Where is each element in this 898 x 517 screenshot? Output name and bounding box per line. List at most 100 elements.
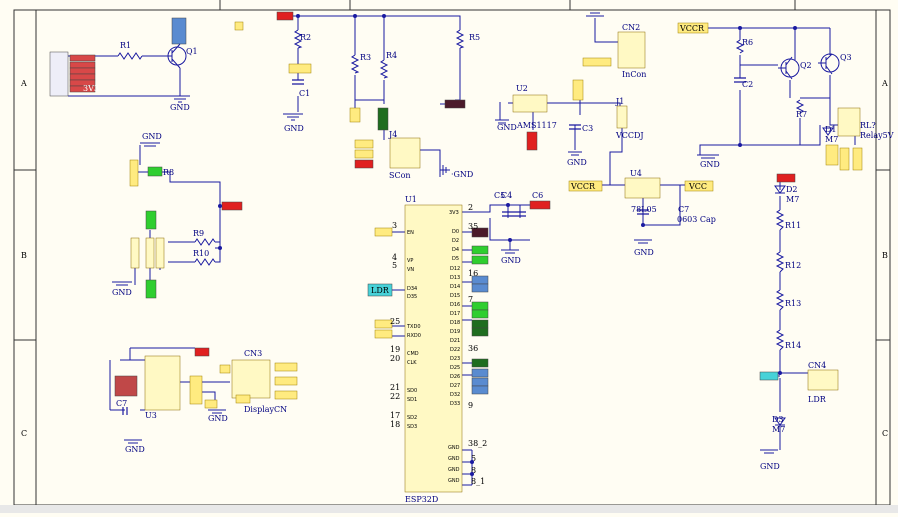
gnd-q1: GND	[170, 103, 190, 112]
value-u4: 78L05	[631, 205, 657, 214]
u1-pin-d23: D23	[450, 356, 460, 362]
u1-pin-d34: D34	[407, 286, 417, 292]
gnd-relay: GND	[700, 160, 720, 169]
label-r2: R2	[300, 33, 311, 42]
gnd-r8: GND	[142, 132, 162, 141]
u1-pin-d12: D12	[450, 266, 460, 272]
label-c7-left: C7	[116, 399, 127, 408]
u1-pin-rxd0: RXD0	[407, 333, 421, 339]
u1-pin-d16: D16	[450, 302, 460, 308]
label-r3: R3	[360, 53, 371, 62]
u1-pin-sd2: SD2	[407, 415, 417, 421]
value-d1: M7	[825, 135, 838, 144]
label-r14: R14	[785, 341, 801, 350]
label-u4: U4	[630, 169, 642, 178]
u1-pin-d25: D25	[450, 365, 460, 371]
label-r10: R10	[193, 249, 209, 258]
row-label-c: C	[21, 429, 27, 438]
u1-pin-txd0-num: 25	[390, 317, 400, 326]
u1-pin-3v3-num: 2	[468, 203, 473, 212]
label-c4: C4	[501, 191, 512, 200]
label-cn2: CN2	[622, 23, 640, 32]
connector-left	[49, 51, 69, 97]
u1-pin-d17: D17	[450, 311, 460, 317]
u1-pin-d33-num: 9	[468, 401, 473, 410]
value-rl: Relay5V	[860, 131, 894, 140]
label-cn4: CN4	[808, 361, 826, 370]
label-r12: R12	[785, 261, 801, 270]
label-r11: R11	[785, 221, 801, 230]
u1-pin-sd1-num: 22	[390, 392, 400, 401]
label-d3: D3	[772, 415, 784, 424]
u1-pin-d14-num: 16	[468, 269, 478, 278]
window-bottom-strip	[0, 505, 898, 513]
value-cn3: DisplayCN	[244, 405, 287, 414]
label-c2: C2	[742, 80, 753, 89]
u1-pin-sd1: SD1	[407, 397, 417, 403]
label-j1: J1	[615, 97, 624, 106]
row-label-b: B	[21, 251, 27, 260]
u1-pin-gnd3: GND	[448, 467, 460, 473]
row-label-b-right: B	[882, 251, 888, 260]
u1-pin-d14: D14	[450, 284, 460, 290]
u1-pin-en-num: 3	[392, 221, 397, 230]
label-r4: R4	[386, 51, 397, 60]
value-d2: M7	[786, 195, 799, 204]
u1-pin-d26: D26	[450, 374, 460, 380]
net-vcc-u4: VCC	[688, 182, 707, 191]
u1-pin-d2: D2	[452, 238, 459, 244]
u1-pin-sd0: SD0	[407, 388, 417, 394]
u1-pin-txd0: TXD0	[406, 324, 421, 330]
label-r5: R5	[469, 33, 480, 42]
value-j4: SCon	[389, 171, 411, 180]
row-label-c-right: C	[882, 429, 888, 438]
u1-pin-gnd2: GND	[448, 456, 460, 462]
u1-pin-clk-num: 20	[390, 354, 400, 363]
label-rl: RL?	[860, 121, 876, 130]
gnd-c3: GND	[567, 158, 587, 167]
u1-pin-clk: CLK	[407, 360, 417, 366]
u1-pin-d15: D15	[450, 293, 460, 299]
net-vccr-u4: VCCR	[570, 182, 596, 191]
label-q1: Q1	[186, 47, 198, 56]
label-r6: R6	[742, 38, 753, 47]
gnd-c1: GND	[284, 124, 304, 133]
label-u3: U3	[145, 411, 157, 420]
u1-pin-3v3: 3V3	[449, 210, 459, 216]
u1-pin-cmd: CMD	[407, 351, 419, 357]
label-u1: U1	[405, 195, 417, 204]
label-r8: R8	[163, 168, 174, 177]
u1-pin-gnd4: GND	[448, 478, 460, 484]
u1-pin-gnd4-num: 8_1	[471, 477, 485, 486]
value-u2: AMS1117	[516, 121, 557, 130]
label-r13: R13	[785, 299, 801, 308]
u1-pin-d13: D13	[450, 275, 460, 281]
u1-pin-gnd1: GND	[448, 445, 460, 451]
gnd-j4: ·GND	[451, 170, 473, 179]
u1-pin-d21: D21	[450, 338, 460, 344]
u1-pin-sd3: SD3	[407, 424, 417, 430]
label-j4: J4	[388, 130, 397, 139]
u1-pin-d33: D33	[450, 401, 460, 407]
u1-pin-gnd1-num: 38_2	[468, 439, 487, 448]
schematic-canvas: A B C A B C 3V3 GND GND GND GND GND GND …	[0, 0, 898, 513]
u1-pin-d5: D5	[452, 256, 459, 262]
gnd-u2: GND	[497, 123, 517, 132]
label-c3: C3	[582, 124, 593, 133]
label-r7: R7	[796, 110, 807, 119]
label-u2: U2	[516, 84, 528, 93]
label-r9: R9	[193, 229, 204, 238]
gnd-u4: GND	[634, 248, 654, 257]
u1-pin-vn: VN	[407, 267, 414, 273]
u1-pin-d0-num: 35	[468, 222, 478, 231]
label-r1: R1	[120, 41, 131, 50]
net-vccr-top: VCCR	[679, 24, 705, 33]
u1-pin-d22: D22	[450, 347, 460, 353]
value-c7-right: 0603 Cap	[677, 215, 716, 224]
u1-pin-sd3-num: 18	[390, 420, 400, 429]
u1-pin-d18: D18	[450, 320, 460, 326]
u1-pin-en: EN	[407, 230, 414, 236]
value-j1: VCCDJ	[615, 131, 644, 140]
net-ldr-u1: LDR	[371, 286, 390, 295]
u1-pin-d19: D19	[450, 329, 460, 335]
